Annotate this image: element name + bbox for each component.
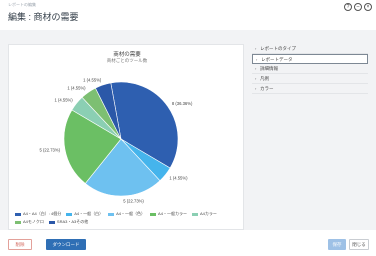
slice-data-label: 1 (4.55%) <box>169 175 188 180</box>
minimize-icon[interactable]: – <box>354 3 362 11</box>
legend-swatch <box>48 220 55 224</box>
legend-swatch <box>150 212 157 216</box>
slice-data-label: 1 (4.55%) <box>55 98 74 103</box>
download-button[interactable]: ダウンロード <box>46 239 86 250</box>
slice-data-label: 1 (4.55%) <box>83 78 102 83</box>
legend-label: A4・一般カラー <box>158 211 187 216</box>
legend-label: A4・A4（白）: 4個分 <box>23 211 62 216</box>
legend-item[interactable]: A4・一般（白） <box>66 211 103 217</box>
legend-swatch <box>15 220 21 224</box>
legend-swatch <box>108 212 115 216</box>
breadcrumb: レポートの編集 <box>8 2 36 7</box>
settings-panel: › レポートのタイプ › レポートデータ › 詳細情報 › 凡例 › カラー <box>252 44 368 100</box>
legend-label: A4カラー <box>199 211 217 216</box>
legend-swatch <box>66 212 73 216</box>
chart-subtitle: 商材ごとのツール数 <box>106 58 148 63</box>
slice-data-label: 1 (4.55%) <box>67 86 86 91</box>
dialog-title: 編集 : 商材の需要 <box>8 12 79 22</box>
save-button[interactable]: 保存 <box>328 239 346 250</box>
slice-data-label: 5 (22.73%) <box>123 198 144 203</box>
legend-item[interactable]: A4・A4（白）: 4個分 <box>15 211 61 217</box>
chart-legend: A4・A4（白）: 4個分 A4・一般（白） A4・一般（色） A4・一般カラー A4カ… <box>15 211 241 225</box>
chevron-right-icon: › <box>255 86 257 91</box>
chevron-right-icon: › <box>255 76 257 81</box>
legend-item[interactable]: A4カラー <box>191 211 217 217</box>
side-item-label: 詳細情報 <box>260 66 278 71</box>
legend-item[interactable]: A4・一般カラー <box>150 211 187 217</box>
side-item-label: レポートのタイプ <box>260 46 296 51</box>
window-controls: ? – × <box>344 3 372 11</box>
side-item-report-data[interactable]: › レポートデータ <box>252 54 368 64</box>
legend-item[interactable]: A4・一般（色） <box>108 211 145 217</box>
slice-data-label: 8 (36.36%) <box>172 101 193 106</box>
dialog-footer: 削除 ダウンロード 保存 閉じる <box>0 230 376 256</box>
side-item-label: 凡例 <box>260 76 269 81</box>
legend-swatch <box>191 212 198 216</box>
side-item-color[interactable]: › カラー <box>252 84 368 94</box>
pie-chart: 8 (36.36%) 1 (4.55%) 5 (22.73%) 5 (22.73%) 1… <box>40 78 193 204</box>
chart-panel: 8 (36.36%) 1 (4.55%) 5 (22.73%) 5 (22.73%) 1… <box>8 44 244 230</box>
side-item-details[interactable]: › 詳細情報 <box>252 64 368 74</box>
dialog-titlebar: レポートの編集 編集 : 商材の需要 ? – × <box>0 0 376 30</box>
dialog-body: 8 (36.36%) 1 (4.55%) 5 (22.73%) 5 (22.73%) 1… <box>0 30 376 230</box>
legend-label: A4・一般（色） <box>116 211 146 216</box>
legend-item[interactable]: SRA3・A3その他 <box>48 219 89 225</box>
chevron-right-icon: › <box>255 46 257 51</box>
help-icon[interactable]: ? <box>344 3 352 11</box>
close-icon[interactable]: × <box>364 3 372 11</box>
side-item-label: カラー <box>260 86 274 91</box>
legend-swatch <box>15 212 21 216</box>
close-button[interactable]: 閉じる <box>349 239 369 250</box>
chevron-right-icon: › <box>255 66 257 71</box>
slice-data-label: 5 (22.73%) <box>40 148 61 153</box>
legend-item[interactable]: A4モノクロ <box>15 219 44 225</box>
side-item-legend[interactable]: › 凡例 <box>252 74 368 84</box>
delete-button[interactable]: 削除 <box>8 239 32 250</box>
side-item-label: レポートデータ <box>261 57 293 62</box>
side-item-report-type[interactable]: › レポートのタイプ <box>252 44 368 54</box>
legend-label: A4モノクロ <box>23 219 44 224</box>
legend-label: A4・一般（白） <box>74 211 104 216</box>
chart-title: 商材の需要 <box>113 52 141 58</box>
legend-label: SRA3・A3その他 <box>56 219 89 224</box>
